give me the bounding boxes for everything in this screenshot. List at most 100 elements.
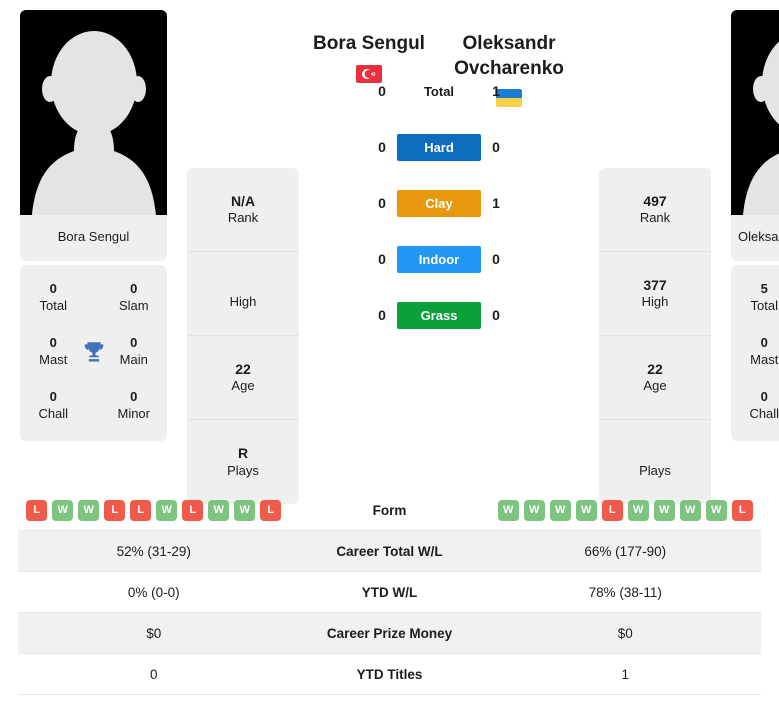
row-label-form: Form <box>372 502 407 518</box>
left-form-badge[interactable]: L <box>104 499 126 521</box>
left-titles-minor: 0 Minor <box>111 389 158 423</box>
left-player-column: Bora Sengul 0 Total 0 Slam 0 Mast 0 Main… <box>20 10 167 441</box>
h2h-left-score-clay: 0 <box>378 195 386 212</box>
right-info-plays: Plays <box>599 420 711 504</box>
left-titles-minor-label: Minor <box>117 406 150 422</box>
row-label-career-wl: Career Total W/L <box>336 543 443 559</box>
right-player-titles-card: 5 Total 0 Slam 0 Mast <box>731 265 779 441</box>
right-form-badge[interactable]: W <box>679 499 701 521</box>
right-ytd-wl-value: 78% (38-11) <box>588 584 662 600</box>
row-label-prize-money: Career Prize Money <box>326 625 453 641</box>
avatar-silhouette-icon <box>31 31 156 215</box>
avatar-silhouette-icon <box>742 41 779 215</box>
right-player-photo <box>731 10 779 215</box>
left-info-plays: R Plays <box>187 420 299 504</box>
right-info-age: 22 Age <box>599 336 711 420</box>
h2h-left-score-hard: 0 <box>378 139 386 156</box>
h2h-right-score-clay: 1 <box>492 195 500 212</box>
right-form-badge[interactable]: L <box>601 499 623 521</box>
right-titles-total-label: Total <box>750 298 778 314</box>
left-titles-total-label: Total <box>39 298 67 314</box>
h2h-right-score-grass: 0 <box>492 307 500 324</box>
right-titles-total-value: 5 <box>760 281 768 297</box>
right-form-badge[interactable]: W <box>627 499 649 521</box>
left-titles-total-value: 0 <box>49 281 57 297</box>
right-info-plays-label: Plays <box>639 462 671 478</box>
right-titles-total: 5 Total <box>741 281 779 315</box>
head-to-head-column: Bora Sengul Oleksandr Ovcharenko 0 Total… <box>299 10 579 343</box>
right-form-badge[interactable]: L <box>731 499 753 521</box>
left-form-badge[interactable]: L <box>130 499 152 521</box>
left-player-avatar-card[interactable]: Bora Sengul <box>20 10 167 262</box>
left-player-name: Bora Sengul <box>313 33 425 54</box>
left-info-rank-value: N/A <box>230 192 256 209</box>
right-titles-mast: 0 Mast <box>741 335 779 369</box>
left-form-badge[interactable]: W <box>52 499 74 521</box>
right-player-info-column: 497 Rank 377 High 22 Age Plays <box>599 10 711 504</box>
right-titles-chall: 0 Chall <box>741 389 779 423</box>
left-info-age-value: 22 <box>235 360 251 377</box>
left-titles-minor-value: 0 <box>130 389 138 405</box>
left-form-badge[interactable]: W <box>156 499 178 521</box>
right-form-badge[interactable]: W <box>497 499 519 521</box>
h2h-row-grass: 0 Grass 0 <box>354 287 524 343</box>
h2h-surface-label-clay[interactable]: Clay <box>397 189 481 217</box>
left-form-badge[interactable]: W <box>208 499 230 521</box>
head-to-head-rows: 0 Total 1 0 Hard 0 0 Clay 1 0 Indoor 0 0 Grass 0 <box>354 63 524 343</box>
table-row-career-wl: 52% (31-29) Career Total W/L 66% (177-90… <box>18 531 761 572</box>
h2h-right-score-hard: 0 <box>492 139 500 156</box>
h2h-row-hard: 0 Hard 0 <box>354 119 524 175</box>
right-form-badge[interactable]: W <box>523 499 545 521</box>
left-form-badge[interactable]: L <box>182 499 204 521</box>
left-titles-mast: 0 Mast <box>30 335 77 369</box>
left-form-badge[interactable]: W <box>78 499 100 521</box>
h2h-surface-label-hard[interactable]: Hard <box>397 133 481 161</box>
right-prize-money-value: $0 <box>617 625 633 641</box>
left-titles-total: 0 Total <box>30 281 77 315</box>
left-career-wl-value: 52% (31-29) <box>116 543 191 559</box>
left-form-badge[interactable]: L <box>260 499 282 521</box>
left-titles-main-value: 0 <box>130 335 138 351</box>
left-titles-chall: 0 Chall <box>30 389 77 423</box>
table-row-ytd-wl: 0% (0-0) YTD W/L 78% (38-11) <box>18 572 761 613</box>
right-titles-mast-value: 0 <box>760 335 768 351</box>
left-info-rank: N/A Rank <box>187 168 299 252</box>
h2h-left-score-indoor: 0 <box>378 251 386 268</box>
left-form-badge[interactable]: W <box>234 499 256 521</box>
right-info-high: 377 High <box>599 252 711 336</box>
right-titles-chall-label: Chall <box>749 406 779 422</box>
right-form-badge[interactable]: W <box>575 499 597 521</box>
h2h-surface-label-total: Total <box>423 83 455 99</box>
right-player-avatar-card[interactable]: Oleksandr Ovcharenko <box>731 10 779 262</box>
h2h-surface-label-indoor[interactable]: Indoor <box>397 245 481 273</box>
right-player-info-card: 497 Rank 377 High 22 Age Plays <box>599 168 711 504</box>
left-info-high-label: High <box>229 294 257 310</box>
right-player-caption: Oleksandr Ovcharenko <box>738 229 779 244</box>
h2h-left-score-grass: 0 <box>378 307 386 324</box>
h2h-surface-label-grass[interactable]: Grass <box>397 301 481 329</box>
left-titles-chall-value: 0 <box>49 389 57 405</box>
left-titles-slam-label: Slam <box>118 298 149 314</box>
left-titles-mast-value: 0 <box>49 335 57 351</box>
right-form-badge[interactable]: W <box>705 499 727 521</box>
h2h-left-score-total: 0 <box>378 83 386 100</box>
left-player-info-column: N/A Rank High 22 Age R Plays <box>187 10 299 504</box>
left-form-badge[interactable]: L <box>26 499 48 521</box>
right-form-badge[interactable]: W <box>653 499 675 521</box>
right-info-rank-value: 497 <box>643 192 667 209</box>
right-info-high-value: 377 <box>643 276 667 293</box>
right-info-age-value: 22 <box>647 360 663 377</box>
left-prize-money-value: $0 <box>146 625 162 641</box>
right-titles-chall-value: 0 <box>760 389 768 405</box>
left-info-age-label: Age <box>231 378 255 394</box>
h2h-right-score-total: 1 <box>492 83 500 100</box>
trophy-icon <box>84 342 103 362</box>
right-form-badge[interactable]: W <box>549 499 571 521</box>
right-player-column: Oleksandr Ovcharenko 5 Total 0 Slam 0 Ma… <box>731 10 779 441</box>
table-row-ytd-titles: 0 YTD Titles 1 <box>18 654 761 695</box>
left-player-photo <box>20 10 167 215</box>
h2h-right-score-indoor: 0 <box>492 251 500 268</box>
left-info-plays-value: R <box>237 445 249 462</box>
right-titles-mast-label: Mast <box>750 352 779 368</box>
comparison-stats-table: LWWLLWLWWL Form WWWWLWWWWL 52% (31-29) C… <box>0 490 779 695</box>
